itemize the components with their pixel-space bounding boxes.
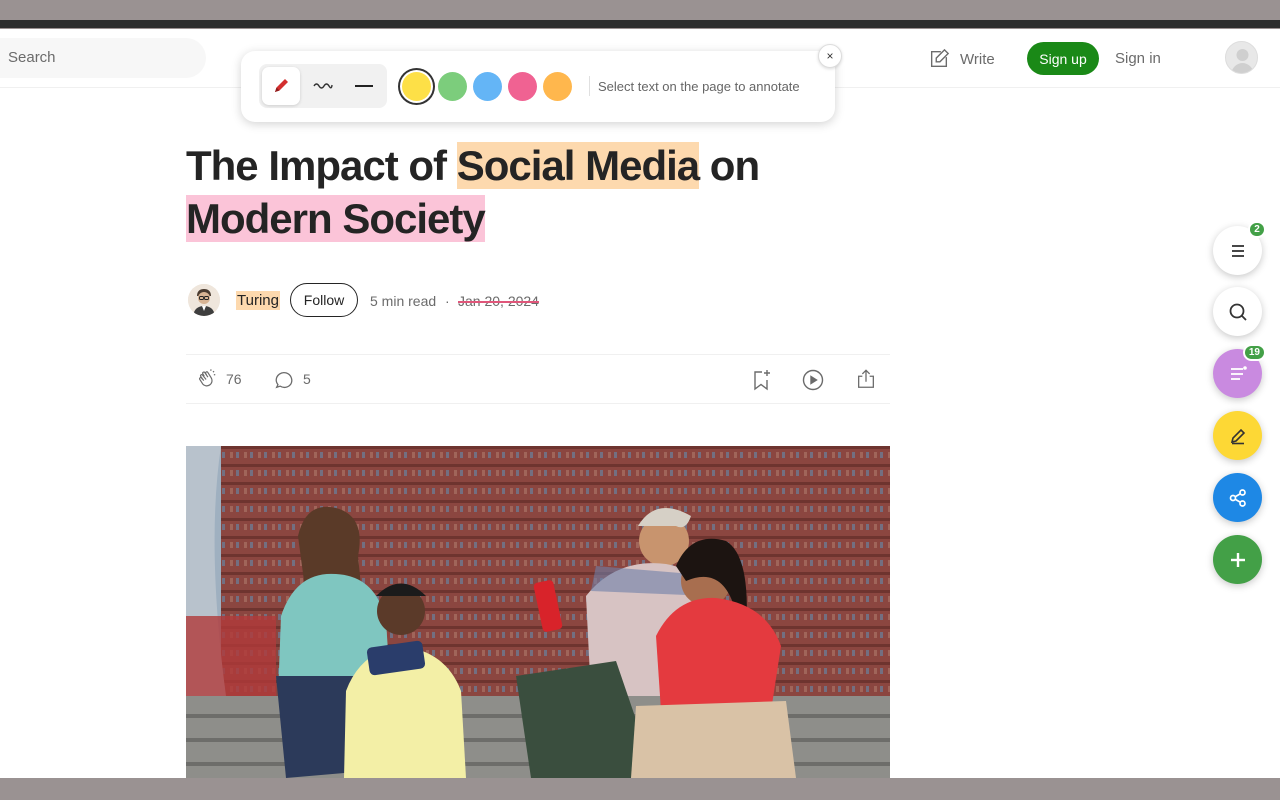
screen-top-band <box>0 0 1280 22</box>
wavy-tool-button[interactable] <box>304 67 342 105</box>
write-icon <box>930 48 950 68</box>
article-actions-bar: 76 5 <box>186 354 890 404</box>
color-swatch-orange[interactable] <box>543 72 572 101</box>
follow-button[interactable]: Follow <box>290 283 358 317</box>
add-fab-button[interactable] <box>1213 535 1262 584</box>
play-icon <box>802 369 824 391</box>
title-highlight-pink: Modern Society <box>186 195 486 242</box>
color-swatch-blue[interactable] <box>473 72 502 101</box>
line-tool-button[interactable] <box>345 67 383 105</box>
author-name-link[interactable]: Turing <box>236 291 280 310</box>
clap-icon <box>199 369 216 387</box>
color-swatch-green[interactable] <box>438 72 467 101</box>
share-nodes-icon <box>1229 488 1246 507</box>
hero-photo-illustration <box>186 446 890 778</box>
notes-fab-button[interactable]: 19 <box>1213 344 1266 398</box>
clap-button[interactable]: 76 <box>196 368 242 390</box>
avatar-icon <box>1231 49 1254 73</box>
toolbar-close-button[interactable]: × <box>818 44 842 68</box>
comment-icon <box>275 371 293 389</box>
signup-button[interactable]: Sign up <box>1027 42 1099 75</box>
toolbar-hint: Select text on the page to annotate <box>598 79 800 94</box>
annotate-fab-button[interactable] <box>1213 411 1262 460</box>
hero-image <box>186 446 890 778</box>
save-bookmark-button[interactable] <box>749 368 773 392</box>
pencil-icon <box>1230 428 1245 444</box>
title-highlight-orange: Social Media <box>456 142 700 189</box>
read-time: 5 min read <box>370 293 437 309</box>
signin-link[interactable]: Sign in <box>1115 50 1161 67</box>
share-fab-button[interactable] <box>1213 473 1262 522</box>
article-title: The Impact of Social Media on Modern Soci… <box>186 139 906 245</box>
wavy-underline-icon <box>313 83 333 89</box>
byline: Turing Follow 5 min read · Jan 20, 2024 <box>186 281 786 321</box>
share-icon <box>858 369 874 388</box>
strike-line-icon <box>355 85 373 87</box>
pen-icon <box>275 79 288 92</box>
plus-icon <box>1230 552 1245 567</box>
search-icon <box>1229 303 1247 321</box>
clap-count: 76 <box>226 371 242 387</box>
toc-fab-button[interactable]: 2 <box>1213 221 1266 275</box>
annotate-toolbar: Select text on the page to annotate <box>241 51 835 122</box>
author-portrait-icon <box>188 284 220 316</box>
screen-bottom-band <box>0 778 1280 800</box>
pen-tool-button[interactable] <box>262 67 300 105</box>
write-label: Write <box>960 50 995 68</box>
toc-badge: 2 <box>1248 221 1266 238</box>
bookmark-add-icon <box>754 370 770 391</box>
comments-button[interactable]: 5 <box>273 368 311 390</box>
publish-date: Jan 20, 2024 <box>458 293 539 309</box>
author-avatar[interactable] <box>188 284 220 316</box>
search-placeholder: Search <box>8 49 56 66</box>
notes-badge: 19 <box>1242 344 1266 361</box>
toolbar-divider <box>589 76 590 96</box>
title-part-1: The Impact of <box>186 142 457 189</box>
color-swatch-pink[interactable] <box>508 72 537 101</box>
color-swatch-yellow[interactable] <box>402 72 431 101</box>
search-input[interactable]: Search <box>0 38 206 78</box>
listen-button[interactable] <box>801 368 825 392</box>
byline-separator: · <box>445 293 450 309</box>
write-button[interactable]: Write <box>928 47 995 71</box>
search-fab-button[interactable] <box>1213 287 1262 336</box>
user-avatar[interactable] <box>1225 41 1258 74</box>
list-icon <box>1231 244 1244 257</box>
comment-count: 5 <box>303 371 311 387</box>
title-part-2: on <box>699 142 760 189</box>
article-page: Search Write Sign up Sign in Select text… <box>0 29 1280 778</box>
browser-edge <box>0 20 1280 28</box>
tool-group <box>259 64 387 108</box>
share-button[interactable] <box>855 368 877 390</box>
notes-list-icon <box>1230 365 1247 380</box>
